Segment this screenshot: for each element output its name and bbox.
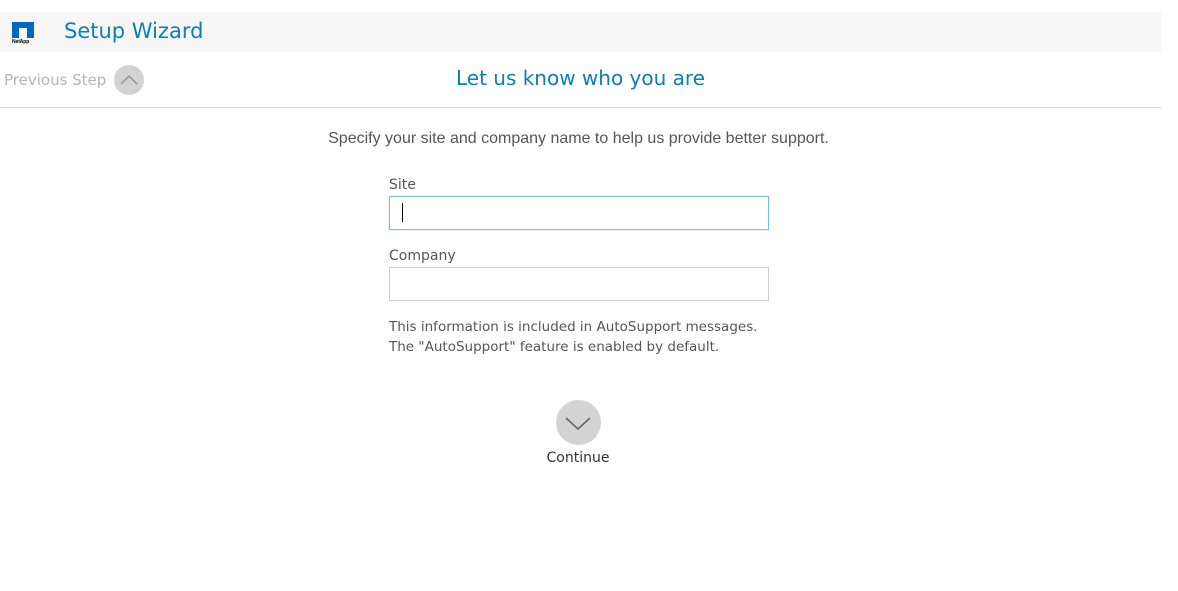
note-line-2: The "AutoSupport" feature is enabled by …	[389, 339, 720, 355]
instruction-text: Specify your site and company name to he…	[328, 130, 829, 147]
previous-step-label: Previous Step	[4, 71, 107, 89]
previous-step-button[interactable]: Previous Step	[4, 65, 145, 95]
setup-wizard-page: NetApp Setup Wizard Previous Step Let us…	[0, 0, 1178, 591]
company-label: Company	[389, 248, 456, 264]
step-title: Let us know who you are	[455, 66, 706, 90]
site-input[interactable]	[389, 196, 769, 230]
chevron-up-icon[interactable]	[114, 65, 145, 95]
site-label: Site	[389, 177, 416, 193]
continue-label: Continue	[546, 450, 610, 466]
autosupport-note: This information is included in AutoSupp…	[389, 317, 769, 357]
continue-button[interactable]: Continue	[529, 400, 627, 466]
header-bar: NetApp Setup Wizard	[0, 12, 1161, 52]
chevron-down-icon[interactable]	[555, 400, 601, 445]
note-line-1: This information is included in AutoSupp…	[389, 319, 758, 335]
app-title: Setup Wizard	[64, 19, 204, 43]
company-input[interactable]	[389, 267, 769, 301]
text-caret	[402, 203, 403, 222]
netapp-logo-icon: NetApp	[12, 22, 34, 48]
site-company-form: Site Company This information is include…	[389, 176, 769, 357]
logo-text: NetApp	[12, 39, 30, 45]
step-nav: Previous Step Let us know who you are	[0, 52, 1161, 108]
